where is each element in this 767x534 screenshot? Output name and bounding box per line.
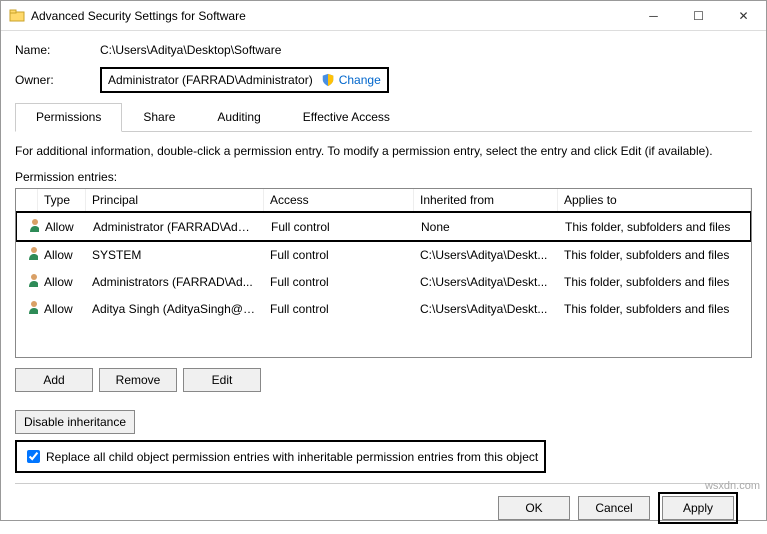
add-button[interactable]: Add bbox=[15, 368, 93, 392]
tab-effective-access[interactable]: Effective Access bbox=[282, 103, 411, 131]
title-bar: Advanced Security Settings for Software … bbox=[1, 1, 766, 31]
table-row[interactable]: AllowSYSTEMFull controlC:\Users\Aditya\D… bbox=[16, 241, 751, 268]
apply-highlight: Apply bbox=[658, 492, 738, 524]
disable-inheritance-button[interactable]: Disable inheritance bbox=[15, 410, 135, 434]
owner-box: Administrator (FARRAD\Administrator) Cha… bbox=[100, 67, 389, 93]
cell-type: Allow bbox=[38, 273, 86, 291]
cell-applies: This folder, subfolders and files bbox=[559, 218, 750, 236]
content-area: Name: C:\Users\Aditya\Desktop\Software O… bbox=[1, 31, 766, 534]
replace-checkbox-label: Replace all child object permission entr… bbox=[46, 450, 538, 464]
cell-access: Full control bbox=[264, 246, 414, 264]
owner-label: Owner: bbox=[15, 73, 100, 87]
change-link[interactable]: Change bbox=[339, 73, 381, 87]
cell-principal: Aditya Singh (AdityaSingh@o... bbox=[86, 300, 264, 318]
cell-type: Allow bbox=[38, 246, 86, 264]
cell-inherited: None bbox=[415, 218, 559, 236]
name-value: C:\Users\Aditya\Desktop\Software bbox=[100, 43, 281, 57]
tab-share[interactable]: Share bbox=[122, 103, 196, 131]
user-icon bbox=[26, 272, 38, 288]
col-applies[interactable]: Applies to bbox=[558, 189, 751, 211]
cell-inherited: C:\Users\Aditya\Deskt... bbox=[414, 300, 558, 318]
footer-buttons: OK Cancel Apply bbox=[15, 492, 752, 524]
edit-button[interactable]: Edit bbox=[183, 368, 261, 392]
permission-table: Type Principal Access Inherited from App… bbox=[15, 188, 752, 358]
cell-type: Allow bbox=[39, 218, 87, 236]
info-text: For additional information, double-click… bbox=[15, 144, 752, 158]
col-access[interactable]: Access bbox=[264, 189, 414, 211]
cell-access: Full control bbox=[264, 300, 414, 318]
divider bbox=[15, 483, 752, 484]
col-inherited[interactable]: Inherited from bbox=[414, 189, 558, 211]
cell-principal: Administrators (FARRAD\Ad... bbox=[86, 273, 264, 291]
close-button[interactable]: ✕ bbox=[721, 1, 766, 30]
cell-access: Full control bbox=[265, 218, 415, 236]
user-icon bbox=[26, 245, 38, 261]
col-principal[interactable]: Principal bbox=[86, 189, 264, 211]
table-row[interactable]: AllowAditya Singh (AdityaSingh@o...Full … bbox=[16, 295, 751, 322]
cell-inherited: C:\Users\Aditya\Deskt... bbox=[414, 273, 558, 291]
col-icon[interactable] bbox=[16, 189, 38, 211]
watermark: wsxdn.com bbox=[705, 480, 760, 492]
cell-principal: SYSTEM bbox=[86, 246, 264, 264]
cell-access: Full control bbox=[264, 273, 414, 291]
replace-checkbox[interactable] bbox=[27, 450, 40, 463]
tab-bar: Permissions Share Auditing Effective Acc… bbox=[15, 103, 752, 132]
user-icon bbox=[26, 299, 38, 315]
cell-applies: This folder, subfolders and files bbox=[558, 246, 751, 264]
entries-label: Permission entries: bbox=[15, 170, 752, 184]
window-title: Advanced Security Settings for Software bbox=[31, 9, 631, 23]
cell-applies: This folder, subfolders and files bbox=[558, 273, 751, 291]
replace-checkbox-row[interactable]: Replace all child object permission entr… bbox=[15, 440, 546, 473]
cell-applies: This folder, subfolders and files bbox=[558, 300, 751, 318]
tab-auditing[interactable]: Auditing bbox=[196, 103, 281, 131]
cancel-button[interactable]: Cancel bbox=[578, 496, 650, 520]
shield-icon bbox=[321, 73, 335, 87]
user-icon bbox=[27, 217, 39, 233]
table-row[interactable]: AllowAdministrators (FARRAD\Ad...Full co… bbox=[16, 268, 751, 295]
tab-permissions[interactable]: Permissions bbox=[15, 103, 122, 132]
maximize-button[interactable]: ☐ bbox=[676, 1, 721, 30]
cell-inherited: C:\Users\Aditya\Deskt... bbox=[414, 246, 558, 264]
table-header: Type Principal Access Inherited from App… bbox=[16, 189, 751, 212]
col-type[interactable]: Type bbox=[38, 189, 86, 211]
ok-button[interactable]: OK bbox=[498, 496, 570, 520]
cell-type: Allow bbox=[38, 300, 86, 318]
remove-button[interactable]: Remove bbox=[99, 368, 177, 392]
owner-value: Administrator (FARRAD\Administrator) bbox=[108, 73, 313, 87]
apply-button[interactable]: Apply bbox=[662, 496, 734, 520]
minimize-button[interactable]: ─ bbox=[631, 1, 676, 30]
table-body: AllowAdministrator (FARRAD\Admi...Full c… bbox=[16, 211, 751, 322]
table-row[interactable]: AllowAdministrator (FARRAD\Admi...Full c… bbox=[15, 211, 752, 242]
folder-icon bbox=[9, 8, 25, 24]
dialog-window: Advanced Security Settings for Software … bbox=[0, 0, 767, 521]
name-label: Name: bbox=[15, 43, 100, 57]
cell-principal: Administrator (FARRAD\Admi... bbox=[87, 218, 265, 236]
